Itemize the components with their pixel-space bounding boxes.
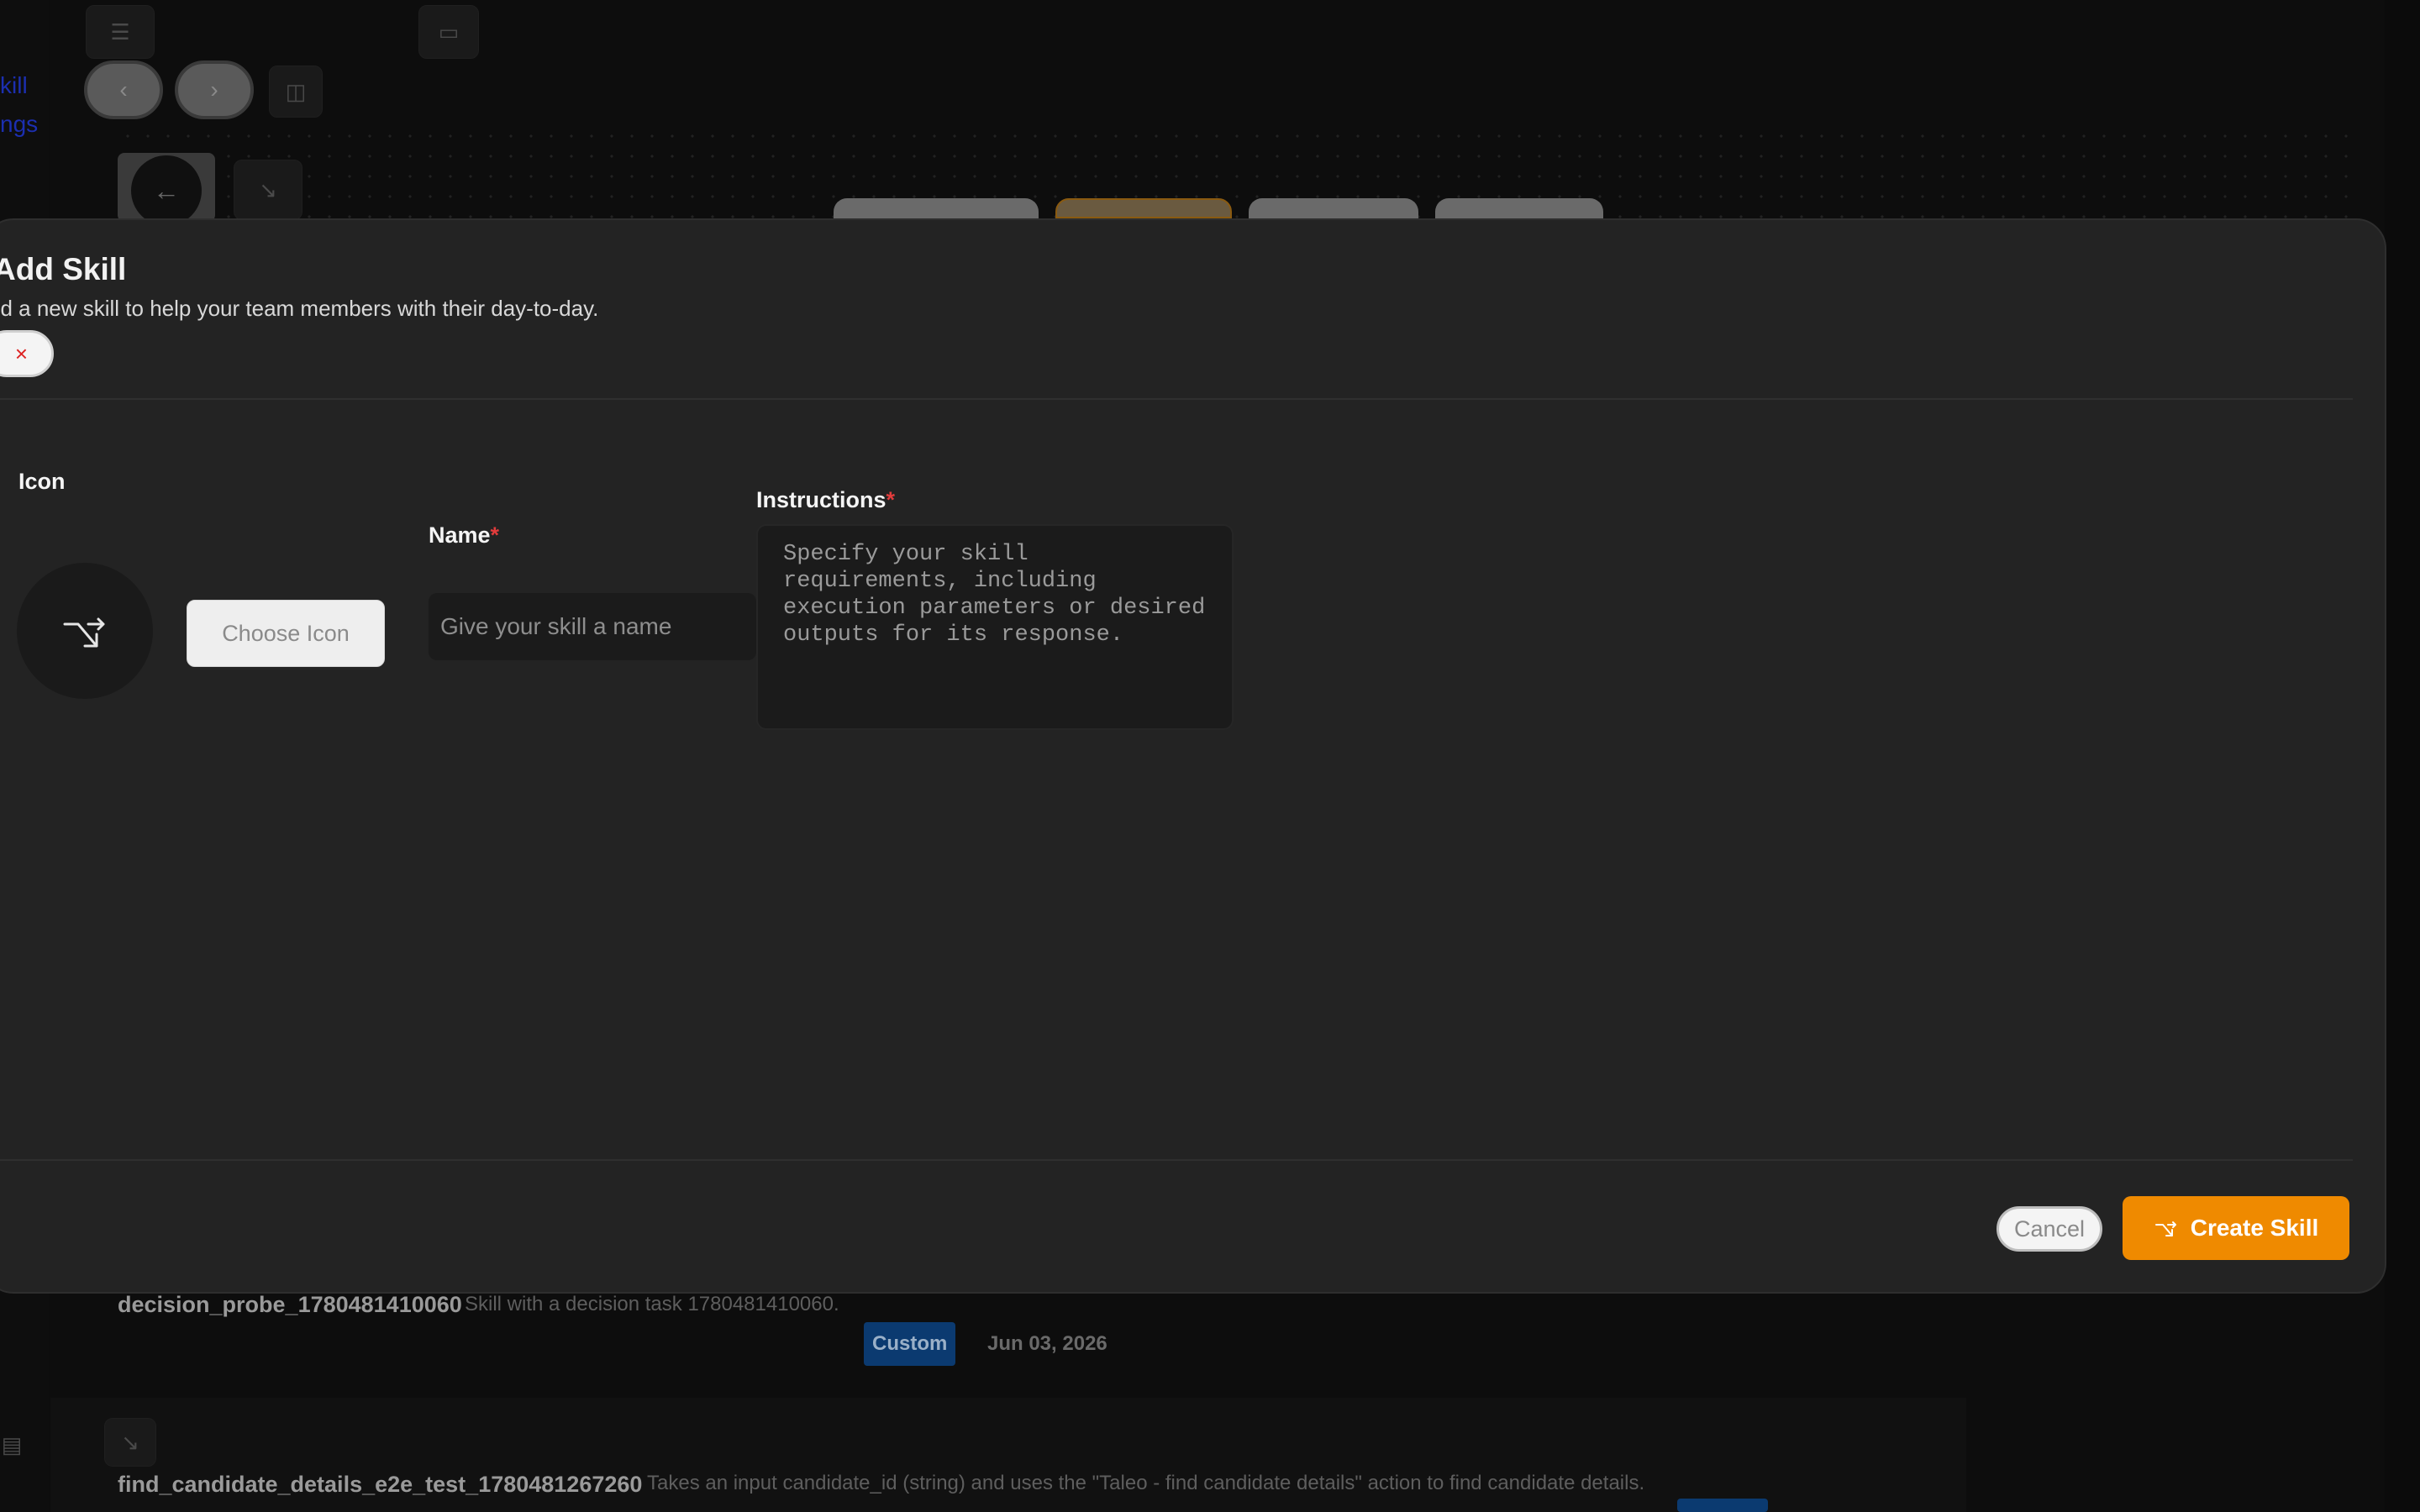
badge-partial: [1677, 1499, 1768, 1512]
hamburger-icon: ☰: [110, 18, 130, 45]
skill-arrow-icon: [2154, 1221, 2176, 1236]
cancel-button[interactable]: Cancel: [1996, 1206, 2102, 1252]
background-link-1[interactable]: kill: [0, 72, 28, 99]
name-label: Name*: [429, 522, 499, 549]
create-skill-label: Create Skill: [2190, 1215, 2319, 1241]
skill-row-title[interactable]: decision_probe_1780481410060: [118, 1292, 462, 1318]
instructions-textarea[interactable]: [756, 524, 1234, 730]
background-tab-3[interactable]: [1249, 198, 1418, 218]
chevron-right-icon: ›: [210, 76, 218, 102]
background-canvas-grid: [118, 126, 2353, 218]
instructions-label-text: Instructions: [756, 487, 886, 512]
close-button[interactable]: ×: [0, 330, 54, 377]
close-icon: ×: [14, 340, 28, 366]
skill-row-description: Takes an input candidate_id (string) and…: [647, 1472, 1645, 1494]
modal-subtitle: dd a new skill to help your team members…: [0, 296, 599, 321]
skill-arrow-icon: ↘: [259, 176, 277, 202]
background-tab-4[interactable]: [1435, 198, 1603, 218]
custom-badge: Custom: [864, 1322, 956, 1366]
arrow-left-icon: ←: [131, 155, 202, 226]
skill-row-date: Jun 03, 2026: [987, 1332, 1107, 1355]
chevron-left-icon: ‹: [119, 76, 128, 102]
skill-row-title[interactable]: find_candidate_details_e2e_test_17804812…: [118, 1472, 642, 1498]
window-toggle-button[interactable]: ▭: [418, 5, 479, 59]
background-back-tile[interactable]: ←: [118, 153, 215, 226]
document-icon: ▤: [1, 1431, 23, 1457]
choose-icon-button[interactable]: Choose Icon: [187, 600, 385, 667]
header-divider: [0, 398, 2353, 400]
background-tab-2[interactable]: [1055, 198, 1232, 218]
forward-nav-button[interactable]: ›: [175, 60, 254, 119]
skill-icon-preview: [17, 563, 153, 699]
skill-arrow-icon: [63, 617, 105, 648]
row-skill-icon-tile: ↘: [104, 1418, 156, 1467]
sidebar-toggle-button[interactable]: ◫: [269, 66, 323, 118]
create-skill-button[interactable]: Create Skill: [2123, 1196, 2349, 1260]
instructions-label: Instructions*: [756, 487, 895, 513]
window-icon: ▭: [438, 18, 460, 45]
required-marker: *: [490, 522, 500, 548]
name-label-text: Name: [429, 522, 491, 548]
background-tab-1[interactable]: [834, 198, 1039, 218]
skill-row-description: Skill with a decision task 1780481410060…: [465, 1293, 839, 1315]
icon-label: Icon: [18, 469, 66, 494]
menu-button[interactable]: ☰: [86, 5, 155, 59]
required-marker: *: [886, 487, 896, 512]
modal-title: Add Skill: [0, 252, 127, 286]
sidebar-icon: ◫: [285, 78, 307, 104]
skill-arrow-icon: ↘: [121, 1429, 139, 1455]
back-nav-button[interactable]: ‹: [84, 60, 163, 119]
background-skill-tile[interactable]: ↘: [234, 160, 302, 220]
background-link-2[interactable]: ngs: [0, 111, 38, 138]
add-skill-modal: [0, 218, 2386, 1294]
skill-name-input[interactable]: [429, 593, 756, 660]
footer-divider: [0, 1159, 2353, 1161]
